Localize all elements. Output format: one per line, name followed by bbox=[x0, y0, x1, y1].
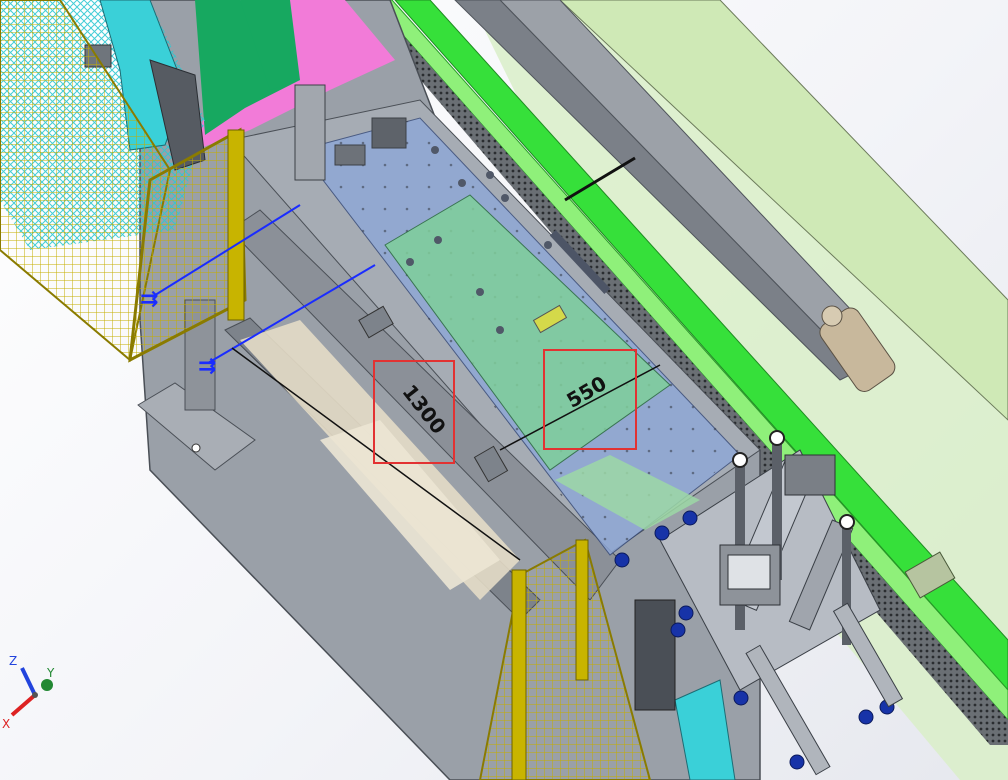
cad-viewport[interactable]: ⇉ ⇉ 1300 550 Z Y X bbox=[0, 0, 1008, 780]
suction-cup bbox=[670, 622, 686, 638]
dimension-arrow-icon: ⇉ bbox=[198, 354, 216, 379]
bottom-dark-block bbox=[634, 599, 676, 711]
robot-gripper-inner bbox=[727, 554, 771, 590]
suction-cup bbox=[682, 510, 698, 526]
bed-bolt-6 bbox=[434, 236, 442, 244]
suction-cup bbox=[654, 525, 670, 541]
suction-cup bbox=[858, 709, 874, 725]
motor-cap-icon bbox=[821, 305, 843, 327]
bed-bolt-9 bbox=[496, 326, 504, 334]
column-cap-3 bbox=[839, 514, 855, 530]
upright-1 bbox=[294, 84, 326, 181]
axis-label-z: Z bbox=[9, 654, 17, 668]
suction-cup bbox=[614, 552, 630, 568]
bed-bolt-2 bbox=[458, 179, 466, 187]
bed-bolt-8 bbox=[476, 288, 484, 296]
foot-hole bbox=[191, 443, 201, 453]
bottom-guard-bar bbox=[511, 569, 527, 780]
bed-bolt-5 bbox=[544, 241, 552, 249]
column-cap-1 bbox=[732, 452, 748, 468]
axis-triad: Z Y X bbox=[2, 654, 55, 731]
left-guard-bar bbox=[227, 129, 245, 321]
bed-bolt-4 bbox=[501, 194, 509, 202]
bed-bolt-1 bbox=[431, 146, 439, 154]
suction-cup bbox=[733, 690, 749, 706]
axis-label-y: Y bbox=[46, 666, 55, 680]
assembly-model[interactable]: ⇉ ⇉ 1300 550 Z Y X bbox=[0, 0, 1008, 780]
suction-cup bbox=[678, 605, 694, 621]
robot-motor bbox=[784, 454, 836, 496]
upright-3 bbox=[334, 144, 366, 166]
bottom-guard-bar-2 bbox=[575, 539, 589, 681]
suction-cup bbox=[789, 754, 805, 770]
axis-label-x: X bbox=[2, 717, 10, 731]
column-cap-2 bbox=[769, 430, 785, 446]
bed-bolt-7 bbox=[406, 258, 414, 266]
dimension-arrow-icon: ⇉ bbox=[140, 287, 158, 312]
bed-bolt-3 bbox=[486, 171, 494, 179]
upright-2 bbox=[371, 117, 407, 149]
